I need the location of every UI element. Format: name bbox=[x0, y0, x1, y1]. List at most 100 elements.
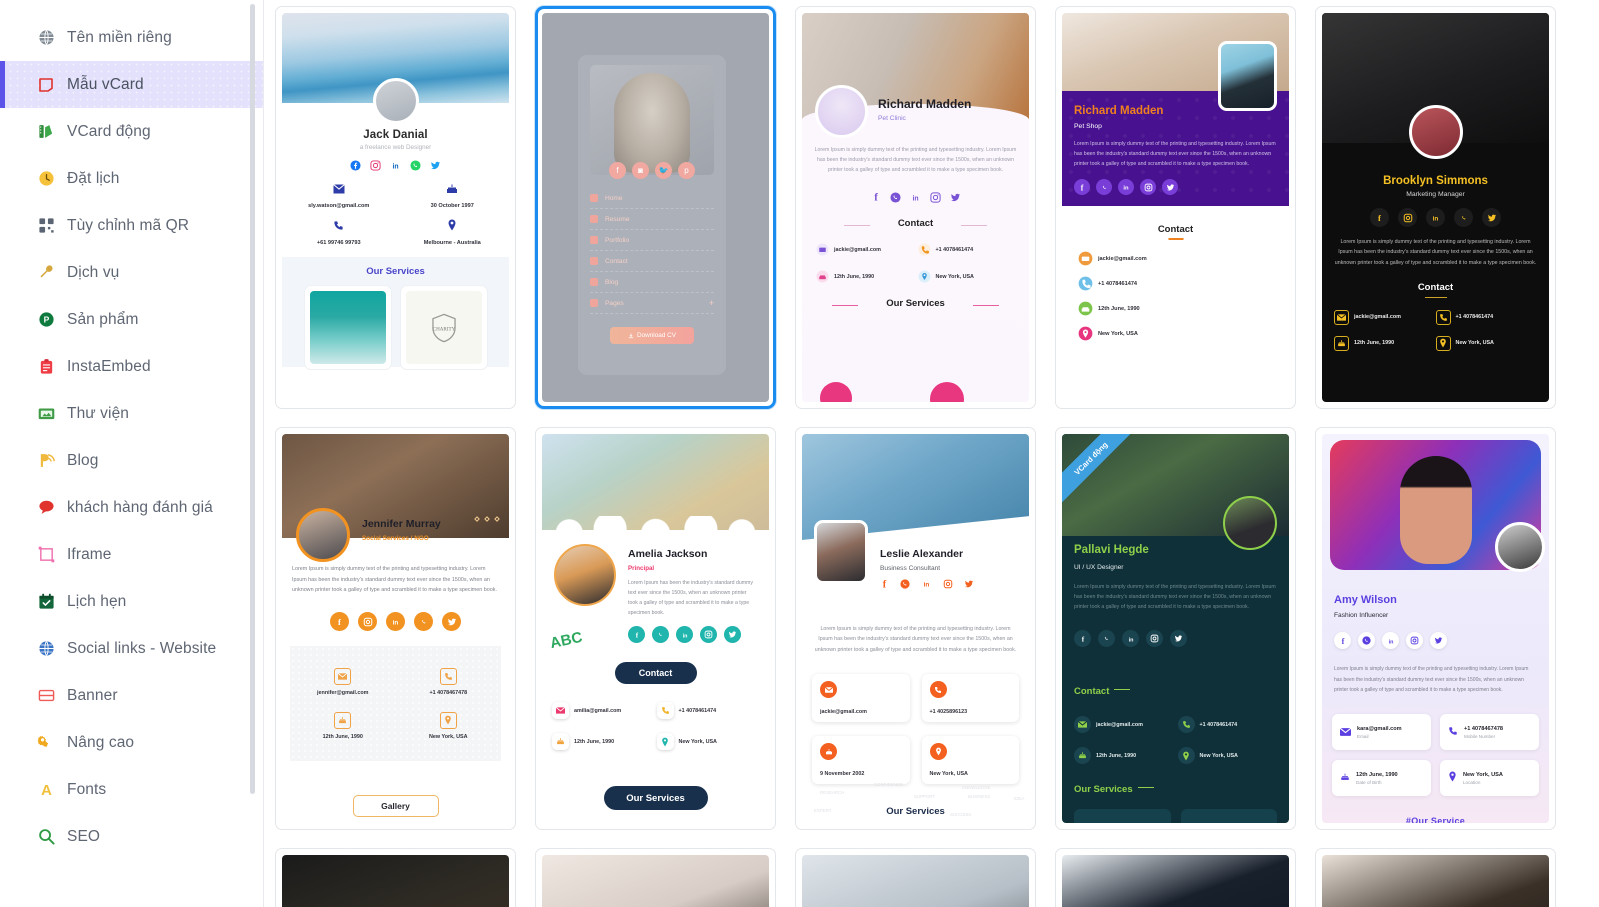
email-value: amilia@gmail.com bbox=[574, 707, 622, 714]
location-pin-icon bbox=[1078, 326, 1093, 341]
menu-item-resume[interactable]: Resume bbox=[590, 209, 714, 230]
linkedin-icon: in bbox=[676, 626, 693, 643]
profile-title: Fashion Influencer bbox=[1334, 612, 1389, 619]
location-pin-icon bbox=[1177, 747, 1195, 764]
book-icon bbox=[590, 278, 598, 286]
profile-photo bbox=[1218, 41, 1277, 111]
template-card-jack-danial[interactable]: Jack Danial a freelance web Designer in … bbox=[275, 6, 516, 409]
template-card-developer[interactable] bbox=[1055, 848, 1296, 907]
location-value: New York, USA bbox=[929, 771, 968, 777]
globe-blue-icon bbox=[36, 639, 56, 659]
whatsapp-icon bbox=[1096, 179, 1112, 195]
phone-block: +1 4078461474 bbox=[1177, 716, 1282, 733]
sidebar-item-iframe[interactable]: Iframe bbox=[0, 531, 263, 578]
watermark-text: BUSINESS bbox=[968, 794, 991, 799]
sidebar-item-social-links-website[interactable]: Social links - Website bbox=[0, 625, 263, 672]
sidebar-item-label: SEO bbox=[67, 827, 101, 845]
sidebar-item-dich-vu[interactable]: Dịch vụ bbox=[0, 249, 263, 296]
sidebar-item-seo[interactable]: SEO bbox=[0, 813, 263, 860]
template-card-amelia-jackson[interactable]: Amelia Jackson Principal Lorem Ipsum has… bbox=[535, 427, 776, 830]
sidebar-item-khach-hang-danh-gia[interactable]: khách hàng đánh giá bbox=[0, 484, 263, 531]
phone-label: Mobile Number bbox=[1464, 733, 1496, 739]
linkedin-icon: in bbox=[921, 576, 932, 594]
sidebar-item-banner[interactable]: Banner bbox=[0, 672, 263, 719]
phone-value: +61 99746 99793 bbox=[316, 240, 361, 246]
sidebar-item-san-pham[interactable]: P Sản phẩm bbox=[0, 296, 263, 343]
svg-text:f: f bbox=[1081, 183, 1084, 192]
watermark-text: RESEARCH bbox=[820, 790, 845, 795]
template-card-leslie-alexander[interactable]: Leslie Alexander Business Consultant f i… bbox=[795, 427, 1036, 830]
dob-value: 12th June, 1990 bbox=[834, 273, 875, 280]
linkedin-icon: in bbox=[1122, 630, 1139, 647]
sidebar-item-ten-mien-rieng[interactable]: Tên miền riêng bbox=[0, 14, 263, 61]
avatar bbox=[1408, 105, 1463, 159]
menu-item-home[interactable]: Home bbox=[590, 188, 714, 209]
sidebar-item-fonts[interactable]: A Fonts bbox=[0, 766, 263, 813]
download-cv-button[interactable]: Download CV bbox=[610, 327, 694, 344]
whatsapp-icon bbox=[1358, 632, 1375, 649]
whatsapp-icon bbox=[889, 191, 901, 203]
location-block: New York, USA bbox=[1177, 747, 1282, 764]
email-label: Email bbox=[1357, 733, 1369, 739]
profile-name: Pallavi Hegde bbox=[1074, 544, 1149, 556]
email-value: jennifer@gmail.com bbox=[317, 689, 369, 696]
instagram-icon bbox=[929, 191, 941, 203]
dynamic-vcard-icon bbox=[36, 122, 56, 142]
magnifier-icon bbox=[36, 827, 56, 847]
email-block: sly.watson@gmail.com bbox=[282, 181, 396, 209]
phone-value: +1 4078461474 bbox=[1098, 280, 1138, 287]
template-card-resume-dark[interactable]: f ◙ 🐦 p Home Resume Portfolio Contact Bl… bbox=[535, 6, 776, 409]
sidebar-item-dat-lich[interactable]: Đặt lịch bbox=[0, 155, 263, 202]
dob-value: 12th June, 1990 bbox=[1096, 752, 1137, 759]
profile-name: Richard Madden bbox=[878, 97, 972, 111]
sidebar-item-vcard-dong[interactable]: VCard động bbox=[0, 108, 263, 155]
instagram-icon bbox=[1140, 179, 1156, 195]
template-card-pallavi-hegde[interactable]: VCard động Pallavi Hegde UI / UX Designe… bbox=[1055, 427, 1296, 830]
cake-icon bbox=[1078, 301, 1093, 316]
location-pin-icon bbox=[929, 743, 947, 760]
template-card-richard-madden-clinic[interactable]: Richard Madden Pet Clinic Lorem Ipsum is… bbox=[795, 6, 1036, 409]
expand-plus-icon[interactable]: + bbox=[709, 298, 714, 308]
menu-item-blog[interactable]: Blog bbox=[590, 272, 714, 293]
menu-item-portfolio[interactable]: Portfolio bbox=[590, 230, 714, 251]
template-card-amy-wilson[interactable]: Amy Wilson Fashion Influencer f in Lorem… bbox=[1315, 427, 1556, 830]
sidebar-item-blog[interactable]: Blog bbox=[0, 437, 263, 484]
menu-item-contact[interactable]: Contact bbox=[590, 251, 714, 272]
contact-heading: Contact bbox=[802, 218, 1029, 229]
template-card-brooklyn-simmons[interactable]: Brooklyn Simmons Marketing Manager f in … bbox=[1315, 6, 1556, 409]
instagram-icon bbox=[358, 612, 377, 631]
sidebar-item-lich-hen[interactable]: Lịch hẹn bbox=[0, 578, 263, 625]
twitter-icon bbox=[1162, 179, 1178, 195]
social-links: f in bbox=[802, 191, 1029, 203]
profile-name: Leslie Alexander bbox=[880, 548, 964, 560]
sidebar-item-mau-vcard[interactable]: Mẫu vCard bbox=[0, 61, 263, 108]
location-pin-icon bbox=[1448, 769, 1457, 787]
template-card-law[interactable] bbox=[1315, 848, 1556, 907]
profile-title: a freelance web Designer bbox=[359, 144, 432, 151]
svg-text:in: in bbox=[1123, 186, 1129, 192]
contact-info: amilia@gmail.com +1 4078461474 12th June… bbox=[552, 702, 761, 750]
profile-name: Amelia Jackson bbox=[628, 548, 708, 560]
watermark-text: RESULT bbox=[1008, 822, 1025, 823]
svg-text:CHARITY: CHARITY bbox=[432, 326, 455, 332]
service-thumb-city bbox=[309, 291, 386, 364]
location-block: Melbourne - Australia bbox=[396, 218, 510, 246]
template-card-food[interactable] bbox=[275, 848, 516, 907]
template-card-salon[interactable] bbox=[795, 848, 1036, 907]
profile-title: Principal bbox=[628, 565, 655, 572]
svg-text:P: P bbox=[43, 315, 49, 325]
template-card-makeup[interactable] bbox=[535, 848, 776, 907]
services-heading: Our Services bbox=[603, 786, 708, 810]
twitter-icon bbox=[964, 576, 974, 594]
sidebar-item-tuy-chinh-ma-qr[interactable]: Tùy chỉnh mã QR bbox=[0, 202, 263, 249]
menu-item-pages[interactable]: Pages + bbox=[590, 293, 714, 314]
template-card-jennifer-murray[interactable]: Jennifer Murray Social Services / NGO Lo… bbox=[275, 427, 516, 830]
sidebar-scrollbar[interactable] bbox=[250, 4, 255, 794]
whatsapp-icon bbox=[900, 576, 910, 594]
template-card-richard-madden-shop[interactable]: Richard Madden Pet Shop Lorem Ipsum is s… bbox=[1055, 6, 1296, 409]
contact-info: jackie@gmail.com +1 4078461474 12th June… bbox=[816, 243, 1019, 283]
sidebar-item-instaembed[interactable]: InstaEmbed bbox=[0, 343, 263, 390]
cake-icon bbox=[816, 270, 829, 283]
sidebar-item-thu-vien[interactable]: Thư viện bbox=[0, 390, 263, 437]
sidebar-item-nang-cao[interactable]: Nâng cao bbox=[0, 719, 263, 766]
